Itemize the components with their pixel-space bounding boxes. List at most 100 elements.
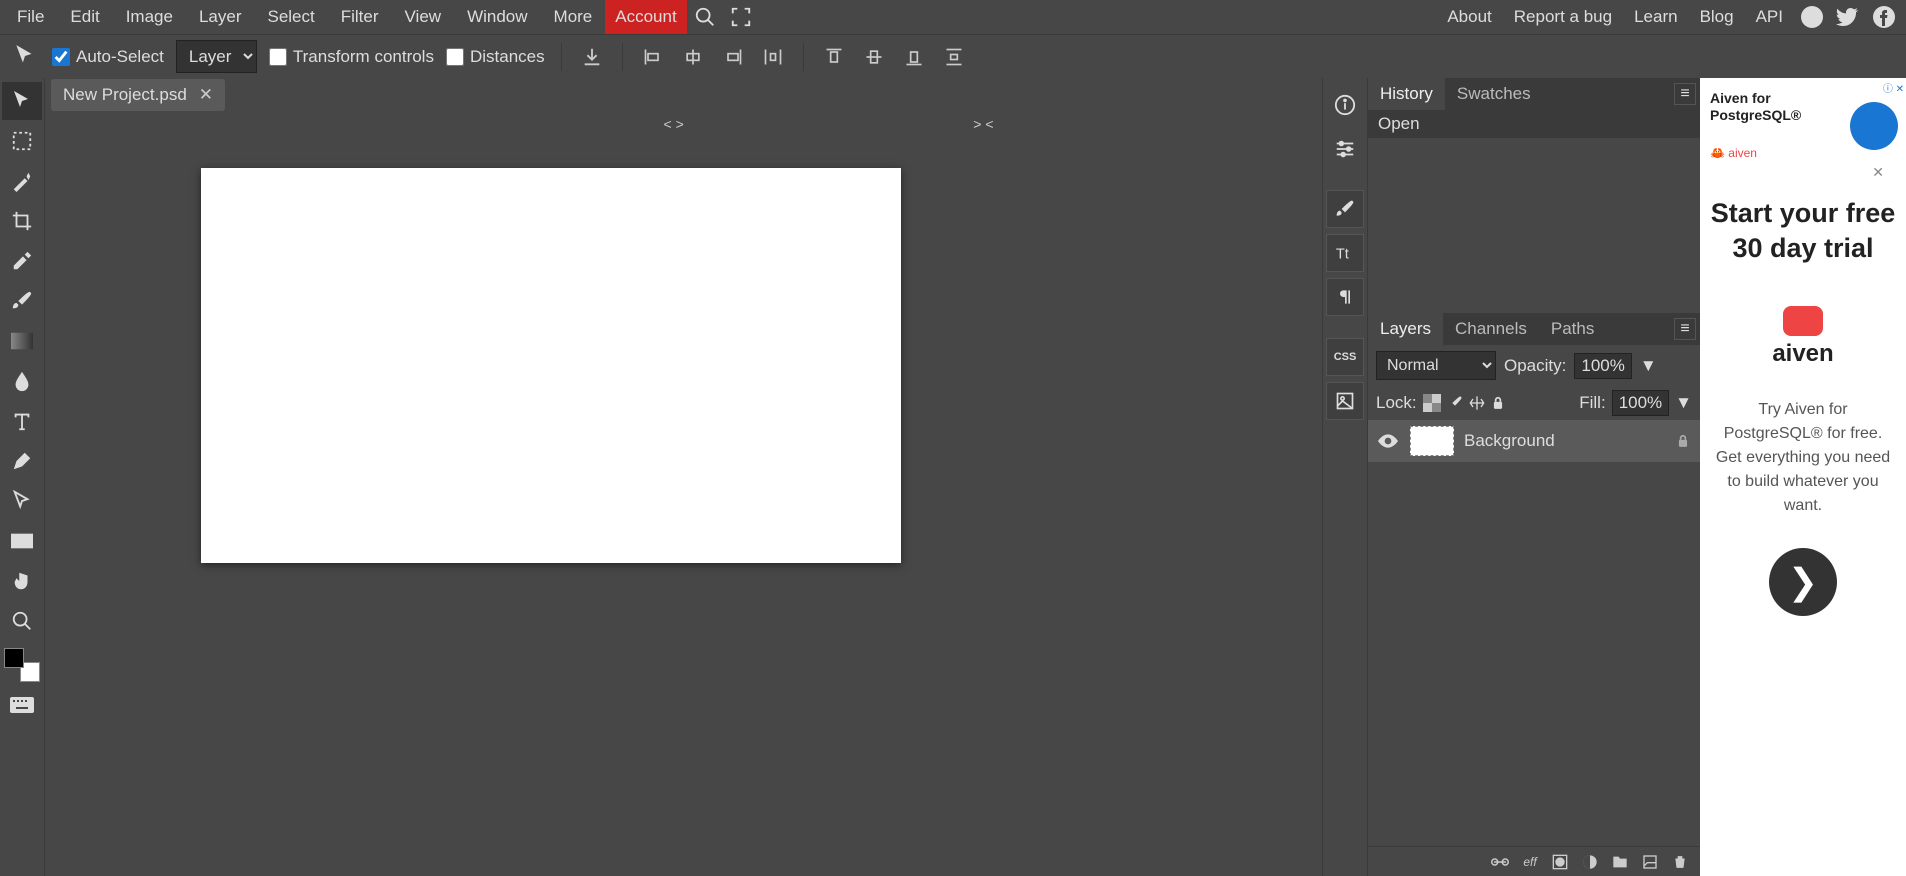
new-folder-icon[interactable] <box>1610 852 1630 872</box>
tool-marquee[interactable] <box>2 122 42 160</box>
tool-eyedropper[interactable] <box>2 242 42 280</box>
lock-label: Lock: <box>1376 393 1417 413</box>
ad-close-icon[interactable]: ✕ <box>1872 164 1884 181</box>
image-panel-icon[interactable] <box>1326 382 1364 420</box>
canvas-undo-icon[interactable]: < > <box>664 116 684 132</box>
link-api[interactable]: API <box>1745 0 1794 34</box>
link-about[interactable]: About <box>1436 0 1502 34</box>
ad-cta-arrow-icon[interactable]: ❯ <box>1769 548 1837 616</box>
color-swatches[interactable] <box>2 646 42 684</box>
fg-color[interactable] <box>4 648 24 668</box>
menu-window[interactable]: Window <box>454 0 540 34</box>
auto-select-checkbox[interactable]: Auto-Select <box>52 47 164 67</box>
canvas[interactable] <box>201 168 901 563</box>
menu-filter[interactable]: Filter <box>328 0 392 34</box>
menu-layer[interactable]: Layer <box>186 0 255 34</box>
tool-text[interactable] <box>2 402 42 440</box>
menu-image[interactable]: Image <box>113 0 186 34</box>
tool-shape[interactable] <box>2 522 42 560</box>
document-tab[interactable]: New Project.psd ✕ <box>51 79 225 111</box>
info-icon[interactable] <box>1326 86 1364 124</box>
link-learn[interactable]: Learn <box>1623 0 1688 34</box>
tool-move[interactable] <box>2 82 42 120</box>
paragraph-panel-icon[interactable] <box>1326 278 1364 316</box>
distribute-v-icon[interactable] <box>940 43 968 71</box>
align-center-h-icon[interactable] <box>679 43 707 71</box>
menu-select[interactable]: Select <box>254 0 327 34</box>
search-icon[interactable] <box>693 5 717 29</box>
twitter-icon[interactable] <box>1836 5 1860 29</box>
lock-position-icon[interactable] <box>1469 395 1485 411</box>
close-tab-icon[interactable]: ✕ <box>199 85 213 105</box>
tab-layers[interactable]: Layers <box>1368 313 1443 345</box>
layers-menu-icon[interactable]: ≡ <box>1674 318 1696 340</box>
opacity-value[interactable]: 100% <box>1574 353 1631 379</box>
history-item[interactable]: Open <box>1368 110 1700 138</box>
align-left-icon[interactable] <box>639 43 667 71</box>
layer-mask-icon[interactable] <box>1550 852 1570 872</box>
fill-dropdown-icon[interactable]: ▼ <box>1675 393 1692 413</box>
distances-checkbox[interactable]: Distances <box>446 47 545 67</box>
lock-transparent-icon[interactable] <box>1423 394 1441 412</box>
character-panel-icon[interactable]: Tt <box>1326 234 1364 272</box>
tool-pen[interactable] <box>2 442 42 480</box>
scope-select[interactable]: Layer <box>176 40 257 73</box>
new-layer-icon[interactable] <box>1640 852 1660 872</box>
tool-blur[interactable] <box>2 362 42 400</box>
blend-mode-select[interactable]: Normal <box>1376 351 1496 380</box>
tool-wand[interactable] <box>2 162 42 200</box>
tool-crop[interactable] <box>2 202 42 240</box>
tool-brush[interactable] <box>2 282 42 320</box>
ad-body: Try Aiven for PostgreSQL® for free. Get … <box>1710 398 1896 518</box>
distribute-h-icon[interactable] <box>759 43 787 71</box>
layer-effects-icon[interactable]: eff <box>1520 852 1540 872</box>
transform-input[interactable] <box>269 48 287 66</box>
layer-name[interactable]: Background <box>1464 431 1666 451</box>
auto-select-input[interactable] <box>52 48 70 66</box>
menu-more[interactable]: More <box>541 0 606 34</box>
facebook-icon[interactable] <box>1872 5 1896 29</box>
menu-edit[interactable]: Edit <box>57 0 112 34</box>
menu-file[interactable]: File <box>4 0 57 34</box>
tool-gradient[interactable] <box>2 322 42 360</box>
tool-path-select[interactable] <box>2 482 42 520</box>
transform-checkbox[interactable]: Transform controls <box>269 47 434 67</box>
download-icon[interactable] <box>578 43 606 71</box>
menu-view[interactable]: View <box>392 0 455 34</box>
align-top-icon[interactable] <box>820 43 848 71</box>
ad-crab-icon <box>1783 306 1823 336</box>
css-panel-icon[interactable]: CSS <box>1326 338 1364 376</box>
brush-panel-icon[interactable] <box>1326 190 1364 228</box>
align-bottom-icon[interactable] <box>900 43 928 71</box>
adjustment-layer-icon[interactable] <box>1580 852 1600 872</box>
delete-layer-icon[interactable] <box>1670 852 1690 872</box>
history-menu-icon[interactable]: ≡ <box>1674 83 1696 105</box>
reddit-icon[interactable] <box>1800 5 1824 29</box>
tool-keyboard[interactable] <box>2 686 42 724</box>
align-center-v-icon[interactable] <box>860 43 888 71</box>
menu-account[interactable]: Account <box>605 0 686 34</box>
fullscreen-icon[interactable] <box>729 5 753 29</box>
sliders-icon[interactable] <box>1326 130 1364 168</box>
ad-info-icon[interactable]: ⓘ ✕ <box>1883 80 1904 95</box>
tab-channels[interactable]: Channels <box>1443 313 1539 345</box>
fill-value[interactable]: 100% <box>1612 390 1669 416</box>
link-report-bug[interactable]: Report a bug <box>1503 0 1623 34</box>
tab-swatches[interactable]: Swatches <box>1445 78 1543 110</box>
tool-hand[interactable] <box>2 562 42 600</box>
options-bar: Auto-Select Layer Transform controls Dis… <box>0 34 1906 78</box>
tool-zoom[interactable] <box>2 602 42 640</box>
tab-history[interactable]: History <box>1368 78 1445 110</box>
link-blog[interactable]: Blog <box>1689 0 1745 34</box>
layer-thumbnail[interactable] <box>1410 426 1454 456</box>
canvas-redo-icon[interactable]: > < <box>973 116 993 132</box>
lock-pixels-icon[interactable] <box>1447 395 1463 411</box>
layer-visibility-icon[interactable] <box>1378 434 1400 448</box>
link-layers-icon[interactable] <box>1490 852 1510 872</box>
distances-input[interactable] <box>446 48 464 66</box>
layer-row[interactable]: Background <box>1368 420 1700 462</box>
tab-paths[interactable]: Paths <box>1539 313 1606 345</box>
align-right-icon[interactable] <box>719 43 747 71</box>
lock-all-icon[interactable] <box>1491 395 1505 411</box>
opacity-dropdown-icon[interactable]: ▼ <box>1640 356 1657 376</box>
